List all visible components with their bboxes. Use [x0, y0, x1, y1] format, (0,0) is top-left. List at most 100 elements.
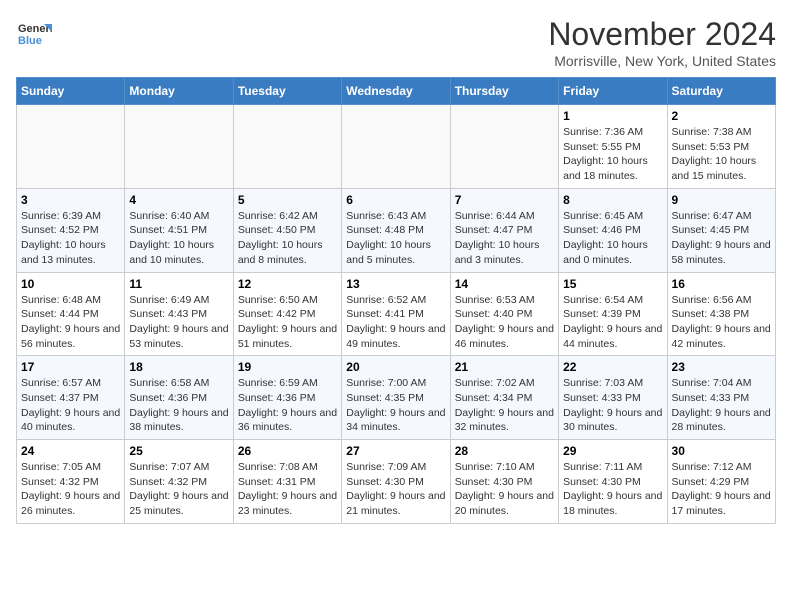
calendar-cell: 21 Sunrise: 7:02 AM Sunset: 4:34 PM Dayli…: [450, 356, 558, 440]
day-number: 22: [563, 360, 662, 374]
day-number: 2: [672, 109, 771, 123]
day-number: 13: [346, 277, 445, 291]
day-header-wednesday: Wednesday: [342, 78, 450, 105]
calendar-cell: 4 Sunrise: 6:40 AM Sunset: 4:51 PM Daylig…: [125, 188, 233, 272]
day-header-row: SundayMondayTuesdayWednesdayThursdayFrid…: [17, 78, 776, 105]
svg-text:Blue: Blue: [18, 35, 42, 47]
calendar-cell: 7 Sunrise: 6:44 AM Sunset: 4:47 PM Daylig…: [450, 188, 558, 272]
day-number: 10: [21, 277, 120, 291]
calendar-cell: [342, 105, 450, 189]
calendar-cell: 22Sunrise: 7:03 AM Sunset: 4:33 PM Dayli…: [559, 356, 667, 440]
day-number: 9: [672, 193, 771, 207]
calendar-cell: [17, 105, 125, 189]
day-number: 5: [238, 193, 337, 207]
day-info: Sunrise: 6:39 AM Sunset: 4:52 PM Dayligh…: [21, 209, 120, 268]
day-info: Sunrise: 6:44 AM Sunset: 4:47 PM Dayligh…: [455, 209, 554, 268]
day-info: Sunrise: 6:40 AM Sunset: 4:51 PM Dayligh…: [129, 209, 228, 268]
logo-icon: General Blue: [16, 16, 52, 52]
week-row-3: 10 Sunrise: 6:48 AM Sunset: 4:44 PM Dayli…: [17, 272, 776, 356]
calendar-cell: [233, 105, 341, 189]
calendar-cell: 15 Sunrise: 6:54 AM Sunset: 4:39 PM Dayli…: [559, 272, 667, 356]
calendar-cell: 18Sunrise: 6:58 AM Sunset: 4:36 PM Dayli…: [125, 356, 233, 440]
day-info: Sunrise: 7:08 AM Sunset: 4:31 PM Dayligh…: [238, 460, 337, 519]
day-info: Sunrise: 7:38 AM Sunset: 5:53 PM Dayligh…: [672, 125, 771, 184]
day-number: 1: [563, 109, 662, 123]
day-info: Sunrise: 6:48 AM Sunset: 4:44 PM Dayligh…: [21, 293, 120, 352]
day-info: Sunrise: 6:47 AM Sunset: 4:45 PM Dayligh…: [672, 209, 771, 268]
day-number: 20: [346, 360, 445, 374]
day-number: 17: [21, 360, 120, 374]
day-number: 27: [346, 444, 445, 458]
calendar-cell: 9 Sunrise: 6:47 AM Sunset: 4:45 PM Daylig…: [667, 188, 775, 272]
day-info: Sunrise: 7:07 AM Sunset: 4:32 PM Dayligh…: [129, 460, 228, 519]
calendar-cell: 6 Sunrise: 6:43 AM Sunset: 4:48 PM Daylig…: [342, 188, 450, 272]
day-info: Sunrise: 6:58 AM Sunset: 4:36 PM Dayligh…: [129, 376, 228, 435]
calendar-cell: 8 Sunrise: 6:45 AM Sunset: 4:46 PM Daylig…: [559, 188, 667, 272]
day-info: Sunrise: 6:54 AM Sunset: 4:39 PM Dayligh…: [563, 293, 662, 352]
day-info: Sunrise: 6:45 AM Sunset: 4:46 PM Dayligh…: [563, 209, 662, 268]
calendar-cell: 25 Sunrise: 7:07 AM Sunset: 4:32 PM Dayli…: [125, 440, 233, 524]
day-number: 28: [455, 444, 554, 458]
day-info: Sunrise: 7:12 AM Sunset: 4:29 PM Dayligh…: [672, 460, 771, 519]
day-info: Sunrise: 7:11 AM Sunset: 4:30 PM Dayligh…: [563, 460, 662, 519]
month-title: November 2024: [548, 16, 776, 53]
logo: General Blue: [16, 16, 52, 52]
calendar-cell: 12 Sunrise: 6:50 AM Sunset: 4:42 PM Dayli…: [233, 272, 341, 356]
calendar-cell: 3 Sunrise: 6:39 AM Sunset: 4:52 PM Daylig…: [17, 188, 125, 272]
day-info: Sunrise: 7:00 AM Sunset: 4:35 PM Dayligh…: [346, 376, 445, 435]
title-area: November 2024 Morrisville, New York, Uni…: [548, 16, 776, 69]
day-number: 4: [129, 193, 228, 207]
day-number: 7: [455, 193, 554, 207]
day-header-saturday: Saturday: [667, 78, 775, 105]
calendar-cell: 28 Sunrise: 7:10 AM Sunset: 4:30 PM Dayli…: [450, 440, 558, 524]
day-number: 26: [238, 444, 337, 458]
day-number: 25: [129, 444, 228, 458]
calendar-cell: 5 Sunrise: 6:42 AM Sunset: 4:50 PM Daylig…: [233, 188, 341, 272]
week-row-5: 24Sunrise: 7:05 AM Sunset: 4:32 PM Dayli…: [17, 440, 776, 524]
day-number: 24: [21, 444, 120, 458]
day-number: 6: [346, 193, 445, 207]
calendar-cell: [450, 105, 558, 189]
day-number: 11: [129, 277, 228, 291]
day-info: Sunrise: 7:04 AM Sunset: 4:33 PM Dayligh…: [672, 376, 771, 435]
day-number: 29: [563, 444, 662, 458]
day-info: Sunrise: 6:43 AM Sunset: 4:48 PM Dayligh…: [346, 209, 445, 268]
day-info: Sunrise: 6:50 AM Sunset: 4:42 PM Dayligh…: [238, 293, 337, 352]
day-number: 19: [238, 360, 337, 374]
calendar-cell: 11Sunrise: 6:49 AM Sunset: 4:43 PM Dayli…: [125, 272, 233, 356]
day-header-tuesday: Tuesday: [233, 78, 341, 105]
calendar-cell: 27Sunrise: 7:09 AM Sunset: 4:30 PM Dayli…: [342, 440, 450, 524]
week-row-2: 3 Sunrise: 6:39 AM Sunset: 4:52 PM Daylig…: [17, 188, 776, 272]
day-info: Sunrise: 6:42 AM Sunset: 4:50 PM Dayligh…: [238, 209, 337, 268]
calendar-cell: 26 Sunrise: 7:08 AM Sunset: 4:31 PM Dayli…: [233, 440, 341, 524]
day-number: 30: [672, 444, 771, 458]
page-header: General Blue November 2024 Morrisville, …: [16, 16, 776, 69]
week-row-4: 17Sunrise: 6:57 AM Sunset: 4:37 PM Dayli…: [17, 356, 776, 440]
calendar-cell: 2 Sunrise: 7:38 AM Sunset: 5:53 PM Daylig…: [667, 105, 775, 189]
day-header-friday: Friday: [559, 78, 667, 105]
day-info: Sunrise: 7:10 AM Sunset: 4:30 PM Dayligh…: [455, 460, 554, 519]
day-header-thursday: Thursday: [450, 78, 558, 105]
day-number: 15: [563, 277, 662, 291]
day-info: Sunrise: 6:59 AM Sunset: 4:36 PM Dayligh…: [238, 376, 337, 435]
day-number: 3: [21, 193, 120, 207]
calendar-cell: 1 Sunrise: 7:36 AM Sunset: 5:55 PM Daylig…: [559, 105, 667, 189]
calendar-cell: 20 Sunrise: 7:00 AM Sunset: 4:35 PM Dayli…: [342, 356, 450, 440]
day-info: Sunrise: 6:56 AM Sunset: 4:38 PM Dayligh…: [672, 293, 771, 352]
calendar-cell: 10 Sunrise: 6:48 AM Sunset: 4:44 PM Dayli…: [17, 272, 125, 356]
day-number: 23: [672, 360, 771, 374]
day-number: 12: [238, 277, 337, 291]
day-header-monday: Monday: [125, 78, 233, 105]
day-header-sunday: Sunday: [17, 78, 125, 105]
calendar-cell: 29 Sunrise: 7:11 AM Sunset: 4:30 PM Dayli…: [559, 440, 667, 524]
day-number: 21: [455, 360, 554, 374]
calendar-table: SundayMondayTuesdayWednesdayThursdayFrid…: [16, 77, 776, 524]
calendar-cell: 24Sunrise: 7:05 AM Sunset: 4:32 PM Dayli…: [17, 440, 125, 524]
week-row-1: 1 Sunrise: 7:36 AM Sunset: 5:55 PM Daylig…: [17, 105, 776, 189]
location: Morrisville, New York, United States: [548, 53, 776, 69]
day-info: Sunrise: 7:36 AM Sunset: 5:55 PM Dayligh…: [563, 125, 662, 184]
day-info: Sunrise: 7:02 AM Sunset: 4:34 PM Dayligh…: [455, 376, 554, 435]
day-number: 8: [563, 193, 662, 207]
calendar-cell: 13Sunrise: 6:52 AM Sunset: 4:41 PM Dayli…: [342, 272, 450, 356]
calendar-cell: 19 Sunrise: 6:59 AM Sunset: 4:36 PM Dayli…: [233, 356, 341, 440]
